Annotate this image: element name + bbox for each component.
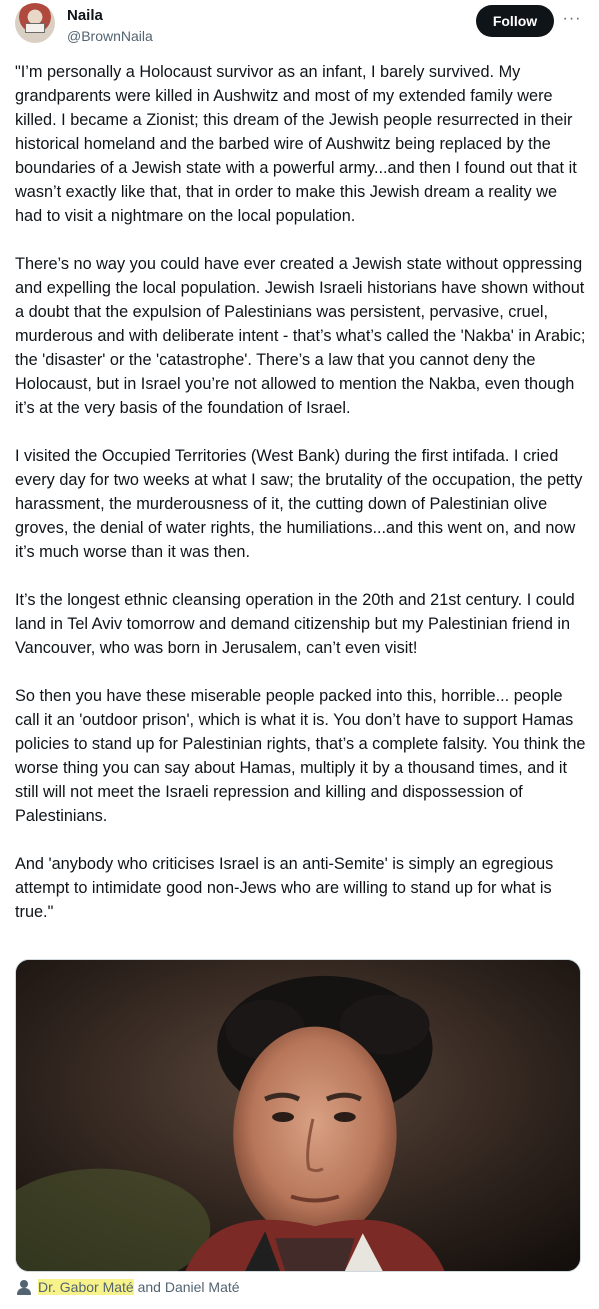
more-options-icon[interactable]: ··· xyxy=(561,8,583,30)
portrait-photo xyxy=(16,960,580,1271)
tweet-paragraph: "I’m personally a Holocaust survivor as … xyxy=(15,63,577,225)
tweet-text: "I’m personally a Holocaust survivor as … xyxy=(15,60,587,948)
author-name[interactable]: Naila xyxy=(67,7,103,25)
tweet-paragraph: And 'anybody who criticises Israel is an… xyxy=(15,855,554,921)
author-handle[interactable]: @BrownNaila xyxy=(67,27,153,45)
author-avatar[interactable] xyxy=(15,3,55,43)
tweet-header: Naila @BrownNaila Follow ··· xyxy=(0,0,599,54)
caption-highlighted-name: Dr. Gabor Maté xyxy=(38,1279,134,1295)
photo-caption[interactable]: Dr. Gabor Maté and Daniel Maté xyxy=(17,1276,240,1298)
tweet-photo[interactable] xyxy=(15,959,581,1272)
tweet-paragraph: I visited the Occupied Territories (West… xyxy=(15,447,583,561)
follow-button[interactable]: Follow xyxy=(476,5,554,37)
tweet-paragraph: It’s the longest ethnic cleansing operat… xyxy=(15,591,575,657)
person-icon xyxy=(17,1279,31,1295)
tweet-paragraph: So then you have these miserable people … xyxy=(15,687,586,825)
tweet-paragraph: There’s no way you could have ever creat… xyxy=(15,255,586,417)
caption-text: and Daniel Maté xyxy=(133,1279,240,1295)
